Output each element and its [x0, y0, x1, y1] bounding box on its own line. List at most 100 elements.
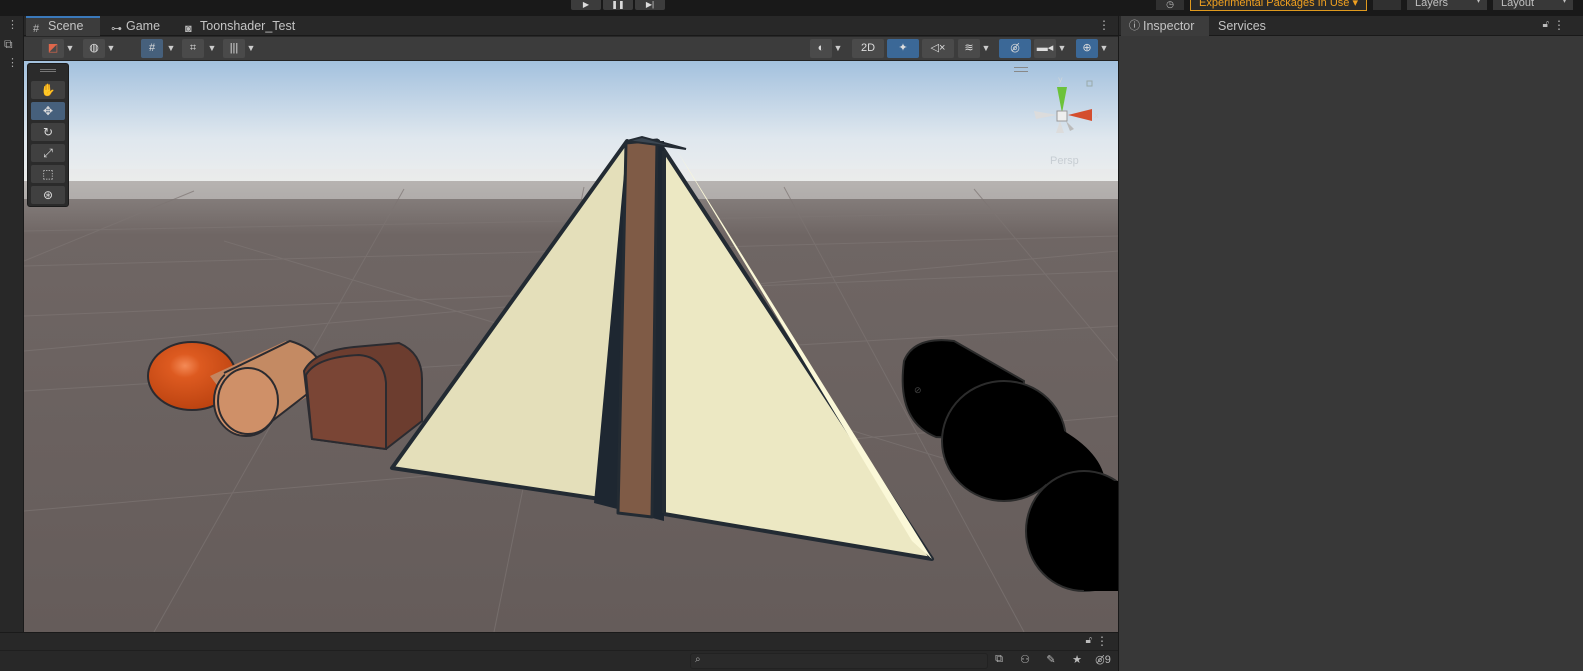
tab-label: Inspector [1143, 19, 1195, 33]
tab-toonshader-test[interactable]: ◙ Toonshader_Test [178, 16, 308, 36]
step-button[interactable]: ▶| [635, 0, 665, 10]
play-button[interactable]: ▶ [571, 0, 601, 10]
eye-slash-icon: ◎̸ [1010, 42, 1020, 54]
shading-mode-button[interactable]: ◐ [810, 39, 832, 58]
snap-toggle-button[interactable]: ⌗ [182, 39, 204, 58]
shading-icon: ◐ [817, 42, 825, 54]
neg-y-axis-cone[interactable] [1056, 121, 1064, 133]
hash-icon: # [33, 23, 40, 35]
tab-inspector[interactable]: ⓘ Inspector [1121, 16, 1209, 36]
rotate-tool-button[interactable]: ↻ [31, 123, 65, 141]
inspector-tab-bar: ⓘ Inspector Services 🔓︎ ⋮ [1119, 16, 1583, 36]
audio-toggle-button[interactable]: ◁× [922, 39, 954, 58]
transform-icon: ⊛ [42, 188, 54, 202]
camera-icon: ▬◂ [1036, 42, 1054, 54]
scene-viewport[interactable]: ⊘ ✋ ✥ ↻ ⤢ ⬚ ⊛ y x Persp [24, 61, 1118, 632]
pause-button[interactable]: ❚❚ [603, 0, 633, 10]
top-right-controls: ◷ Experimental Packages In Use ▾ Layers … [1156, 0, 1573, 11]
y-axis-label: y [1058, 75, 1063, 84]
transform-tool-button[interactable]: ⊛ [31, 186, 65, 204]
lighting-toggle-button[interactable]: ✦ [887, 39, 919, 58]
tab-label: Scene [48, 19, 84, 33]
scene-tab-bar: # Scene ⊶ Game ◙ Toonshader_Test ⋮ [24, 16, 1118, 36]
hand-tool-button[interactable]: ✋ [31, 81, 65, 99]
lock-view-icon[interactable] [1086, 80, 1093, 87]
lock-icon[interactable]: 🔓︎ [1543, 19, 1549, 30]
svg-text:⊘: ⊘ [914, 386, 922, 396]
search-button[interactable] [1373, 0, 1401, 10]
more-icon[interactable]: ⋮ [1096, 634, 1108, 648]
effects-toggle-button[interactable]: ≋ [958, 39, 980, 58]
tab-services[interactable]: Services [1218, 16, 1288, 36]
person-filter-icon[interactable]: ⚇ [1016, 653, 1034, 669]
chevron-down-icon[interactable]: ▼ [206, 39, 218, 58]
gizmo-center-cube[interactable] [1056, 110, 1068, 122]
rect-tool-button[interactable]: ⬚ [31, 165, 65, 183]
scene-visibility-button[interactable]: ◎̸ [999, 39, 1031, 58]
history-button[interactable]: ◷ [1156, 0, 1185, 10]
chevron-down-icon[interactable]: ▼ [1098, 39, 1110, 58]
audio-mute-icon: ◁× [930, 42, 946, 54]
gizmos-button[interactable]: ⊕ [1076, 39, 1098, 58]
grid-toggle-button[interactable]: # [141, 39, 163, 58]
layers-icon: ≋ [964, 42, 974, 54]
neg-x-axis-cone[interactable] [1034, 111, 1057, 119]
camera-settings-button[interactable]: ▬◂ [1034, 39, 1056, 58]
x-axis-cone[interactable] [1068, 109, 1092, 121]
grid-icon: # [148, 42, 156, 54]
draw-mode-button[interactable]: ◩ [42, 39, 64, 58]
star-icon[interactable]: ★ [1068, 653, 1086, 669]
chevron-down-icon[interactable]: ▼ [832, 39, 844, 58]
tab-label: Game [126, 19, 161, 33]
chevron-down-icon[interactable]: ▼ [245, 39, 257, 58]
hidden-packages-icon[interactable]: ◎̸9 [1094, 653, 1112, 669]
more-icon[interactable]: ⋮ [7, 18, 18, 31]
left-panel-strip: ⋮ ⧉ ⋮ [0, 16, 24, 632]
toggle-2d-button[interactable]: 2D [852, 39, 884, 58]
top-toolbar: ▶ ❚❚ ▶| ◷ Experimental Packages In Use ▾… [0, 0, 1583, 16]
increment-snap-button[interactable]: ||| [223, 39, 245, 58]
layers-dropdown[interactable]: Layers [1407, 0, 1487, 10]
bottom-panel: 🔓︎ ⋮ ⌕ ⧉ ⚇ ✎ ★ ◎̸9 [0, 632, 1118, 671]
shader-icon: ◙ [185, 23, 192, 35]
search-icon: ⌕ [695, 654, 701, 665]
info-icon: ⓘ [1129, 20, 1140, 32]
horizon-haze [24, 169, 1118, 199]
experimental-packages-badge[interactable]: Experimental Packages In Use ▾ [1190, 0, 1367, 11]
palette-grip[interactable] [40, 69, 56, 72]
chevron-down-icon[interactable]: ▼ [1056, 39, 1068, 58]
hidden-count: 9 [1104, 654, 1111, 666]
tab-label: Toonshader_Test [200, 19, 296, 33]
scene-render: ⊘ [24, 61, 1118, 632]
y-axis-cone[interactable] [1057, 87, 1067, 113]
chevron-down-icon[interactable]: ▼ [105, 39, 117, 58]
label-filter-icon[interactable]: ✎ [1042, 653, 1060, 669]
layout-dropdown[interactable]: Layout [1493, 0, 1573, 10]
chevron-down-icon[interactable]: ▼ [64, 39, 76, 58]
overlay-icon[interactable]: ⧉ [4, 37, 13, 52]
rect-icon: ⬚ [42, 167, 54, 181]
tab-scene[interactable]: # Scene [26, 16, 100, 36]
project-search-input[interactable]: ⌕ [690, 653, 988, 669]
more-icon[interactable]: ⋮ [1098, 18, 1110, 32]
more-icon[interactable]: ⋮ [1553, 18, 1565, 32]
lock-icon[interactable]: 🔓︎ [1086, 635, 1092, 646]
tab-game[interactable]: ⊶ Game [104, 16, 178, 36]
bottom-panel-header: 🔓︎ ⋮ [0, 633, 1118, 651]
scale-tool-button[interactable]: ⤢ [31, 144, 65, 162]
scene-toolbar: ◩ ▼ ◍ ▼ # ▼ ⌗ ▼ ||| ▼ ◐ ▼ 2D ✦ ◁× ≋ ▼ ◎̸… [24, 37, 1118, 61]
chevron-down-icon[interactable]: ▼ [980, 39, 992, 58]
global-toggle-button[interactable]: ◍ [83, 39, 105, 58]
move-tool-button[interactable]: ✥ [31, 102, 65, 120]
tab-label: Services [1218, 19, 1266, 33]
scene-panel: # Scene ⊶ Game ◙ Toonshader_Test ⋮ ◩ ▼ ◍… [24, 16, 1118, 632]
rounded-box [302, 341, 423, 451]
chevron-down-icon[interactable]: ▼ [165, 39, 177, 58]
history-icon: ◷ [1166, 0, 1174, 9]
z-axis-cone[interactable] [1066, 121, 1074, 131]
asset-type-filter-icon[interactable]: ⧉ [990, 653, 1008, 669]
projection-label[interactable]: Persp [1050, 155, 1079, 167]
play-controls: ▶ ❚❚ ▶| [571, 0, 665, 10]
ruler-icon: ||| [229, 42, 239, 54]
more-icon[interactable]: ⋮ [7, 56, 18, 69]
